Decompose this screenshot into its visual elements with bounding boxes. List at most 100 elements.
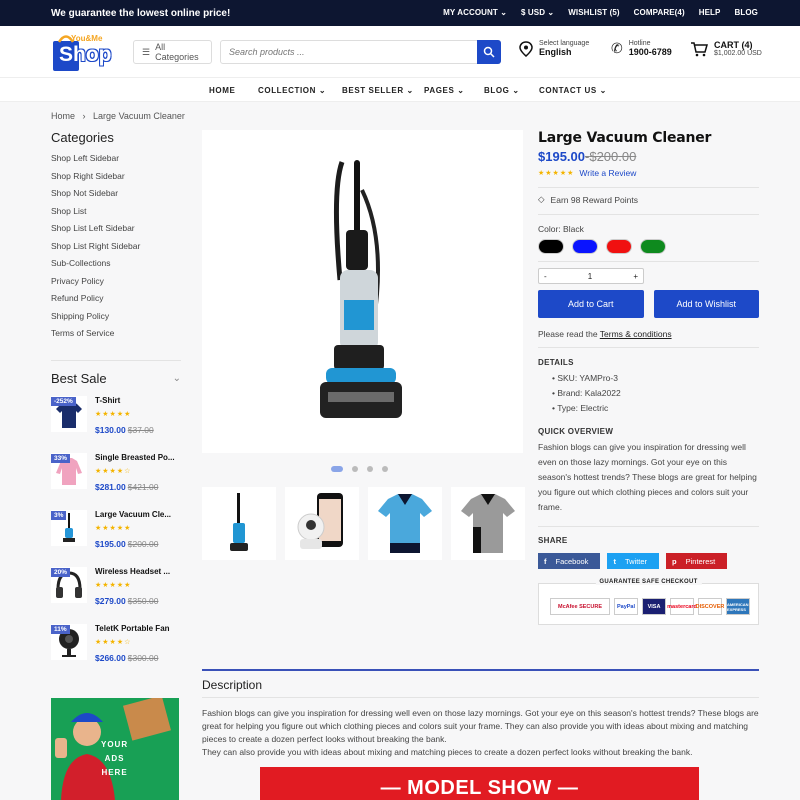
swatch-blue[interactable] — [572, 239, 598, 254]
qty-decrease-button[interactable]: - — [544, 272, 547, 281]
category-item[interactable]: Terms of Service — [51, 328, 181, 346]
nav-home[interactable]: HOME — [209, 86, 235, 95]
add-to-cart-button[interactable]: Add to Cart — [538, 290, 644, 318]
best-sale-item[interactable]: 20% Wireless Headset ... ★★★★★ $279.00 $3… — [51, 566, 181, 624]
search-input[interactable] — [221, 41, 471, 63]
all-categories-button[interactable]: ☰ All Categories — [133, 40, 212, 64]
menu-icon: ☰ — [142, 46, 151, 57]
category-item[interactable]: Shop Right Sidebar — [51, 171, 181, 189]
top-links: MY ACCOUNT ⌄ $ USD ⌄ WISHLIST (5) COMPAR… — [429, 8, 758, 17]
product-name[interactable]: T-Shirt — [95, 396, 181, 405]
best-sale-item[interactable]: 3% Large Vacuum Cle... ★★★★★ $195.00 $200… — [51, 509, 181, 567]
breadcrumb-home[interactable]: Home — [51, 111, 75, 121]
swatch-red[interactable] — [606, 239, 632, 254]
main-nav: HOME COLLECTION ⌄ BEST SELLER ⌄ PAGES ⌄ … — [0, 78, 800, 102]
add-to-wishlist-button[interactable]: Add to Wishlist — [653, 290, 759, 318]
write-review-link[interactable]: Write a Review — [579, 168, 636, 178]
color-swatches — [538, 239, 759, 254]
thumbnail-polo-blue[interactable] — [368, 487, 442, 560]
help-link[interactable]: HELP — [699, 8, 721, 17]
terms-link[interactable]: Terms & conditions — [600, 329, 672, 339]
language-selector[interactable]: Select language English — [519, 40, 589, 57]
category-item[interactable]: Shipping Policy — [51, 311, 181, 329]
nav-blog[interactable]: BLOG ⌄ — [484, 86, 520, 95]
pinterest-share-button[interactable]: p Pinterest — [666, 553, 728, 569]
action-buttons: Add to Cart Add to Wishlist — [538, 290, 759, 318]
product-name[interactable]: Wireless Headset ... — [95, 567, 181, 576]
carousel-dot-active[interactable] — [331, 466, 343, 472]
product-name[interactable]: Large Vacuum Cle... — [95, 510, 181, 519]
share-heading: SHARE — [538, 536, 568, 545]
thumbnail-camera-phone[interactable] — [285, 487, 359, 560]
main-product-image[interactable] — [202, 130, 523, 453]
facebook-share-button[interactable]: f Facebook — [538, 553, 601, 569]
phone-icon: ✆ — [611, 40, 623, 56]
swatch-black[interactable] — [538, 239, 564, 254]
divider — [538, 347, 759, 348]
blog-link[interactable]: BLOG — [734, 8, 758, 17]
description-text: Fashion blogs can give you inspiration f… — [202, 707, 759, 759]
promo-text: We guarantee the lowest online price! — [51, 8, 231, 19]
ad-text-ads: ADS — [104, 754, 125, 763]
shop-logo[interactable]: You&Me Shop — [51, 33, 115, 73]
category-item[interactable]: Refund Policy — [51, 293, 181, 311]
reward-text: Earn 98 Reward Points — [550, 194, 638, 205]
nav-best-seller[interactable]: BEST SELLER ⌄ — [342, 86, 414, 95]
qty-value[interactable]: 1 — [588, 272, 592, 281]
detail-sku: • SKU: YAMPro-3 — [552, 373, 618, 383]
header: You&Me Shop ☰ All Categories Select lang… — [0, 26, 800, 78]
divider — [538, 526, 759, 527]
carousel-dot[interactable] — [382, 466, 388, 472]
currency-select[interactable]: $ USD ⌄ — [521, 8, 554, 17]
category-item[interactable]: Shop Not Sidebar — [51, 188, 181, 206]
carousel-dot[interactable] — [367, 466, 373, 472]
best-sale-item[interactable]: 11% TeletK Portable Fan ★★★★☆ $266.00 $30… — [51, 623, 181, 681]
nav-best-seller-label: BEST SELLER — [342, 86, 404, 95]
share-buttons: f Facebook t Twitter p Pinterest — [538, 553, 759, 569]
carousel-dot[interactable] — [352, 466, 358, 472]
category-item[interactable]: Shop List Right Sidebar — [51, 241, 181, 259]
rating-stars: ★★★★☆ — [95, 467, 132, 475]
best-sale-heading[interactable]: Best Sale ⌄ — [51, 371, 181, 386]
thumbnail-polo-gray[interactable] — [451, 487, 525, 560]
category-item[interactable]: Shop Left Sidebar — [51, 153, 181, 171]
description-heading[interactable]: Description — [202, 678, 262, 692]
terms-text: Please read the Terms & conditions — [538, 329, 759, 339]
nav-pages-label: PAGES — [424, 86, 455, 95]
visa-icon: VISA — [642, 598, 666, 615]
nav-contact-us[interactable]: CONTACT US ⌄ — [539, 86, 607, 95]
qty-increase-button[interactable]: + — [633, 272, 638, 281]
facebook-icon: f — [544, 556, 547, 566]
paypal-icon: PayPal — [614, 598, 638, 615]
discount-badge: 3% — [51, 510, 67, 520]
twitter-share-button[interactable]: t Twitter — [607, 553, 660, 569]
divider — [538, 187, 759, 188]
ad-banner[interactable]: YOUR ADS HERE — [51, 698, 179, 800]
search-box — [220, 40, 501, 64]
product-name[interactable]: Single Breasted Po... — [95, 453, 181, 462]
category-item[interactable]: Sub-Collections — [51, 258, 181, 276]
nav-pages[interactable]: PAGES ⌄ — [424, 86, 465, 95]
cart-button[interactable]: CART (4) $1,002.00 USD — [690, 40, 762, 57]
category-item[interactable]: Shop List Left Sidebar — [51, 223, 181, 241]
price-current: $279.00 — [95, 595, 126, 606]
discount-badge: 33% — [51, 453, 71, 463]
amex-icon: AMERICAN EXPRESS — [726, 598, 750, 615]
best-sale-item[interactable]: 33% Single Breasted Po... ★★★★☆ $281.00 $… — [51, 452, 181, 510]
search-button[interactable] — [477, 40, 501, 64]
swatch-green[interactable] — [640, 239, 666, 254]
twitter-label: Twitter — [624, 556, 648, 566]
category-item[interactable]: Shop List — [51, 206, 181, 224]
nav-collection[interactable]: COLLECTION ⌄ — [258, 86, 326, 95]
rating-stars: ★★★★★ — [95, 581, 132, 589]
category-item[interactable]: Privacy Policy — [51, 276, 181, 294]
wishlist-link[interactable]: WISHLIST (5) — [568, 8, 619, 17]
my-account-link[interactable]: MY ACCOUNT ⌄ — [443, 8, 507, 17]
product-name[interactable]: TeletK Portable Fan — [95, 624, 181, 633]
best-sale-item[interactable]: -252% T-Shirt ★★★★★ $130.00 $37.00 — [51, 395, 181, 453]
diamond-icon: ◇ — [538, 194, 545, 204]
thumbnail-vacuum[interactable] — [202, 487, 276, 560]
detail-type-text: Type: Electric — [557, 403, 609, 413]
best-sale-list: -252% T-Shirt ★★★★★ $130.00 $37.00 33% Si… — [51, 395, 181, 681]
compare-link[interactable]: COMPARE(4) — [634, 8, 685, 17]
